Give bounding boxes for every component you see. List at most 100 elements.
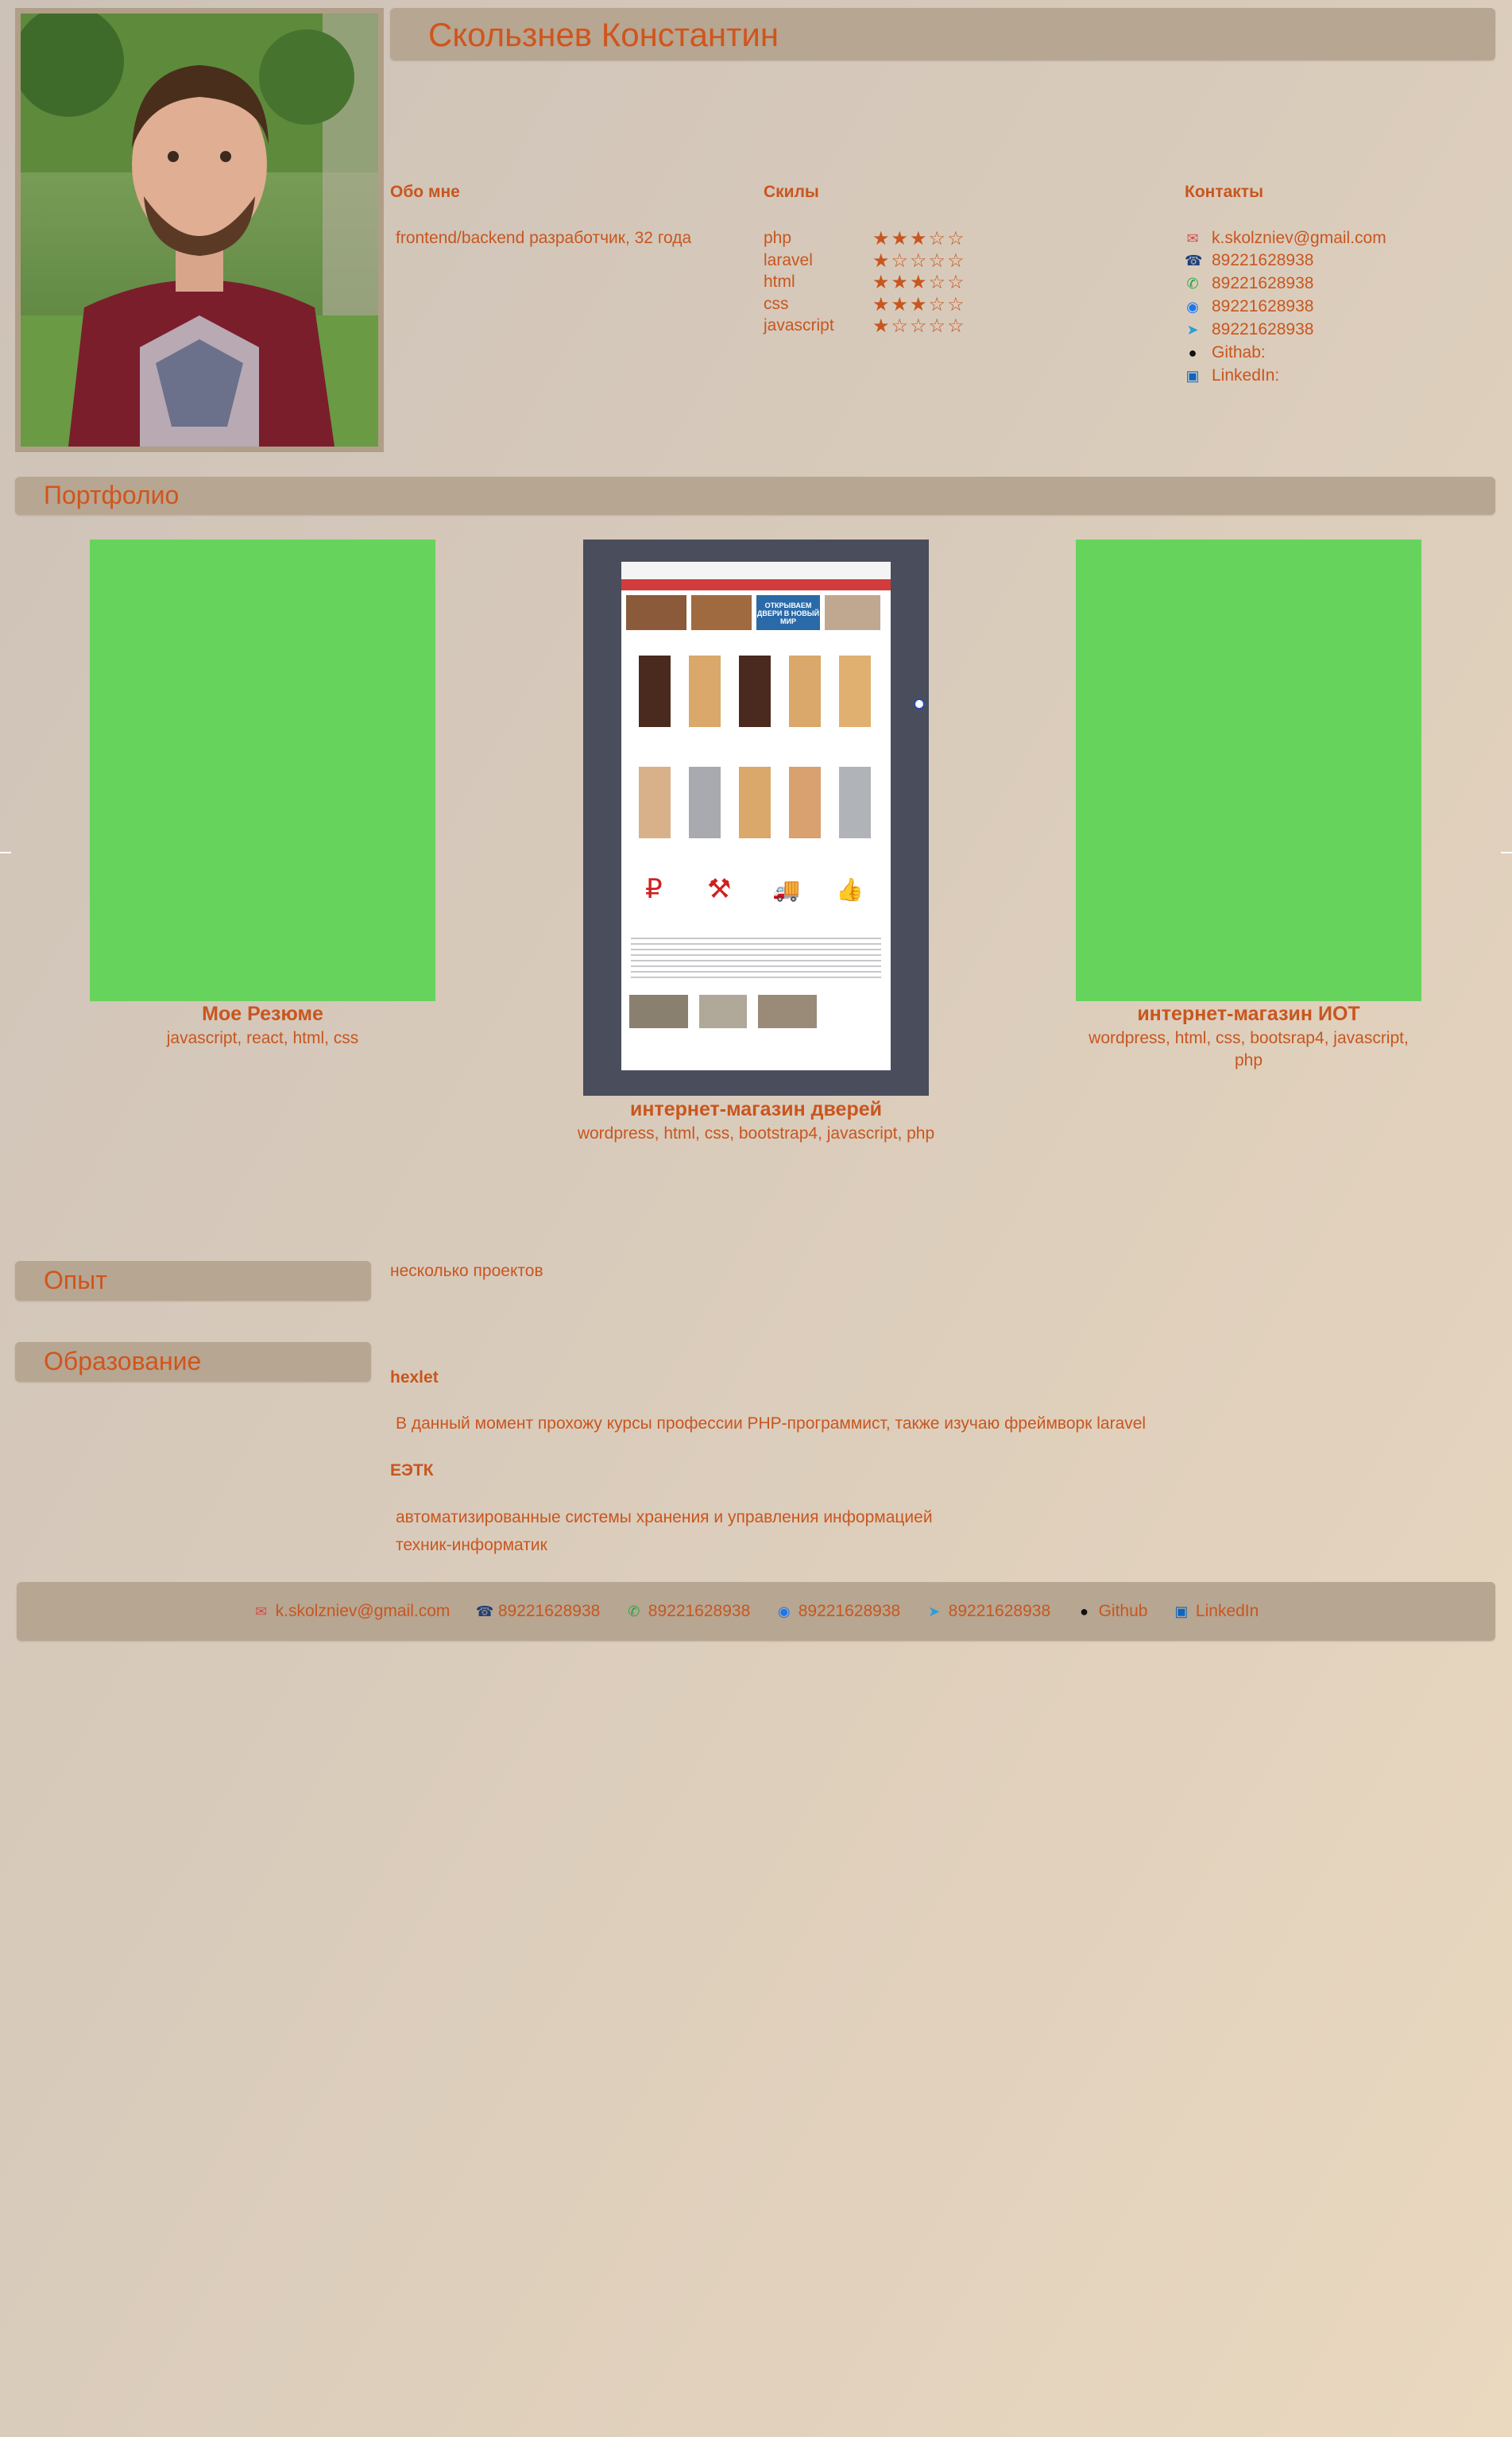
contact-linkedin[interactable]: ▣ LinkedIn: (1185, 366, 1279, 389)
footer-text[interactable]: 89221628938 (799, 1602, 900, 1620)
footer-telegram[interactable]: ➤ 89221628938 (926, 1582, 1050, 1641)
door-image (739, 656, 771, 727)
skill-row-html: html ★★★☆☆ (764, 273, 1026, 295)
footer-text[interactable]: LinkedIn (1196, 1602, 1259, 1620)
experience-heading: Опыт (44, 1266, 107, 1294)
contact-telegram[interactable]: ➤ 89221628938 (1185, 320, 1313, 342)
education-text: В данный момент прохожу курсы профессии … (396, 1414, 1147, 1433)
skill-row-laravel: laravel ★☆☆☆☆ (764, 251, 1026, 273)
preview-banner-mid (691, 595, 752, 630)
door-image (739, 767, 771, 838)
footer-linkedin[interactable]: ▣ LinkedIn (1174, 1582, 1259, 1641)
footer: ✉ k.skolzniev@gmail.com ☎ 89221628938 ✆ 892… (17, 1582, 1495, 1641)
preview-header (621, 562, 891, 579)
project-thumbnail[interactable] (90, 540, 435, 1001)
project-title[interactable]: Мое Резюме (90, 1003, 435, 1026)
door-image (839, 656, 871, 727)
footer-messenger[interactable]: ◉ 89221628938 (776, 1582, 900, 1641)
preview-banner-main: ОТКРЫВАЕМ ДВЕРИ В НОВЫЙ МИР (756, 595, 820, 630)
ruble-icon: ₽ (645, 874, 663, 904)
github-icon: ● (1080, 1603, 1089, 1619)
contact-phone[interactable]: ☎ 89221628938 (1185, 251, 1313, 273)
footer-text[interactable]: 89221628938 (648, 1602, 750, 1620)
door-image (639, 767, 671, 838)
contact-whatsapp[interactable]: ✆ 89221628938 (1185, 274, 1313, 296)
carousel-prev-icon[interactable] (0, 852, 11, 853)
contact-email[interactable]: ✉ k.skolzniev@gmail.com (1185, 229, 1386, 251)
education-bar: Образование (15, 1342, 371, 1382)
whatsapp-icon: ✆ (628, 1603, 640, 1619)
contact-github[interactable]: ● Githab: (1185, 343, 1266, 366)
project-title[interactable]: интернет-магазин дверей (560, 1098, 952, 1121)
contact-text[interactable]: 89221628938 (1212, 297, 1313, 315)
preview-text-block (631, 934, 881, 981)
preview-banner-text: ОТКРЫВАЕМ ДВЕРИ В НОВЫЙ МИР (756, 602, 820, 625)
contact-text[interactable]: 89221628938 (1212, 251, 1313, 269)
contact-text[interactable]: k.skolzniev@gmail.com (1212, 229, 1386, 247)
door-image (789, 767, 821, 838)
phone-icon: ☎ (1185, 253, 1203, 269)
footer-phone[interactable]: ☎ 89221628938 (476, 1582, 600, 1641)
contact-messenger[interactable]: ◉ 89221628938 (1185, 297, 1313, 319)
project-thumbnail[interactable] (1076, 540, 1421, 1001)
thumbs-up-icon: 👍 (836, 877, 864, 902)
linkedin-icon: ▣ (1174, 1603, 1189, 1619)
footer-email[interactable]: ✉ k.skolzniev@gmail.com (253, 1582, 451, 1641)
project-tech: wordpress, html, css, bootsrap4, javascr… (1089, 1029, 1409, 1070)
education-heading: Образование (44, 1347, 202, 1375)
contact-text[interactable]: LinkedIn: (1212, 366, 1279, 385)
preview-nav (621, 579, 891, 590)
star-rating-icon: ★★★☆☆ (872, 272, 966, 293)
footer-text[interactable]: 89221628938 (498, 1602, 600, 1620)
contacts-heading: Контакты (1185, 183, 1264, 201)
footer-text[interactable]: 89221628938 (949, 1602, 1050, 1620)
github-icon: ● (1188, 345, 1197, 361)
contact-text[interactable]: 89221628938 (1212, 274, 1313, 292)
preview-banner-left (626, 595, 686, 630)
star-rating-icon: ★☆☆☆☆ (872, 315, 966, 337)
about-heading: Обо мне (390, 183, 460, 201)
tools-icon: ⚒ (707, 874, 732, 904)
skill-row-javascript: javascript ★☆☆☆☆ (764, 316, 1026, 338)
skill-row-css: css ★★★☆☆ (764, 295, 1026, 317)
footer-text[interactable]: Github (1099, 1602, 1148, 1620)
experience-bar: Опыт (15, 1261, 371, 1301)
whatsapp-icon: ✆ (1186, 276, 1199, 292)
star-rating-icon: ★☆☆☆☆ (872, 250, 966, 272)
about-text: frontend/backend разработчик, 32 года (396, 229, 692, 247)
mail-icon: ✉ (1186, 230, 1199, 246)
telegram-icon: ➤ (1186, 322, 1199, 338)
portfolio-heading: Портфолио (44, 481, 180, 509)
portfolio-bar: Портфолио (15, 477, 1495, 515)
skill-name: javascript (764, 316, 834, 335)
door-image (789, 656, 821, 727)
project-title[interactable]: интернет-магазин ИОТ (1060, 1003, 1437, 1026)
contact-text[interactable]: 89221628938 (1212, 320, 1313, 338)
preview-photo (629, 995, 688, 1028)
scroll-to-top-icon[interactable] (914, 698, 925, 710)
preview-photo (699, 995, 747, 1028)
door-image (689, 656, 721, 727)
door-image (689, 767, 721, 838)
contact-text[interactable]: Githab: (1212, 343, 1266, 362)
door-image (639, 656, 671, 727)
preview-banner-right (825, 595, 880, 630)
footer-text[interactable]: k.skolzniev@gmail.com (276, 1602, 451, 1620)
star-rating-icon: ★★★☆☆ (872, 294, 966, 315)
mail-icon: ✉ (255, 1603, 268, 1619)
truck-icon: 🚚 (772, 877, 800, 902)
footer-github[interactable]: ● Github (1077, 1582, 1148, 1641)
skill-name: html (764, 273, 795, 291)
experience-text: несколько проектов (390, 1262, 543, 1280)
skills-heading: Скилы (764, 183, 819, 201)
skill-name: laravel (764, 251, 813, 269)
project-thumbnail-doors[interactable]: ОТКРЫВАЕМ ДВЕРИ В НОВЫЙ МИР ₽ ⚒ 🚚 👍 (583, 540, 929, 1096)
header-bar: Скользнев Константин (390, 8, 1495, 60)
profile-photo (15, 8, 384, 452)
carousel-next-icon[interactable] (1501, 852, 1512, 853)
project-tech: wordpress, html, css, bootstrap4, javasc… (577, 1124, 935, 1143)
footer-whatsapp[interactable]: ✆ 89221628938 (626, 1582, 750, 1641)
door-image (839, 767, 871, 838)
star-rating-icon: ★★★☆☆ (872, 228, 966, 250)
telegram-icon: ➤ (928, 1603, 941, 1619)
